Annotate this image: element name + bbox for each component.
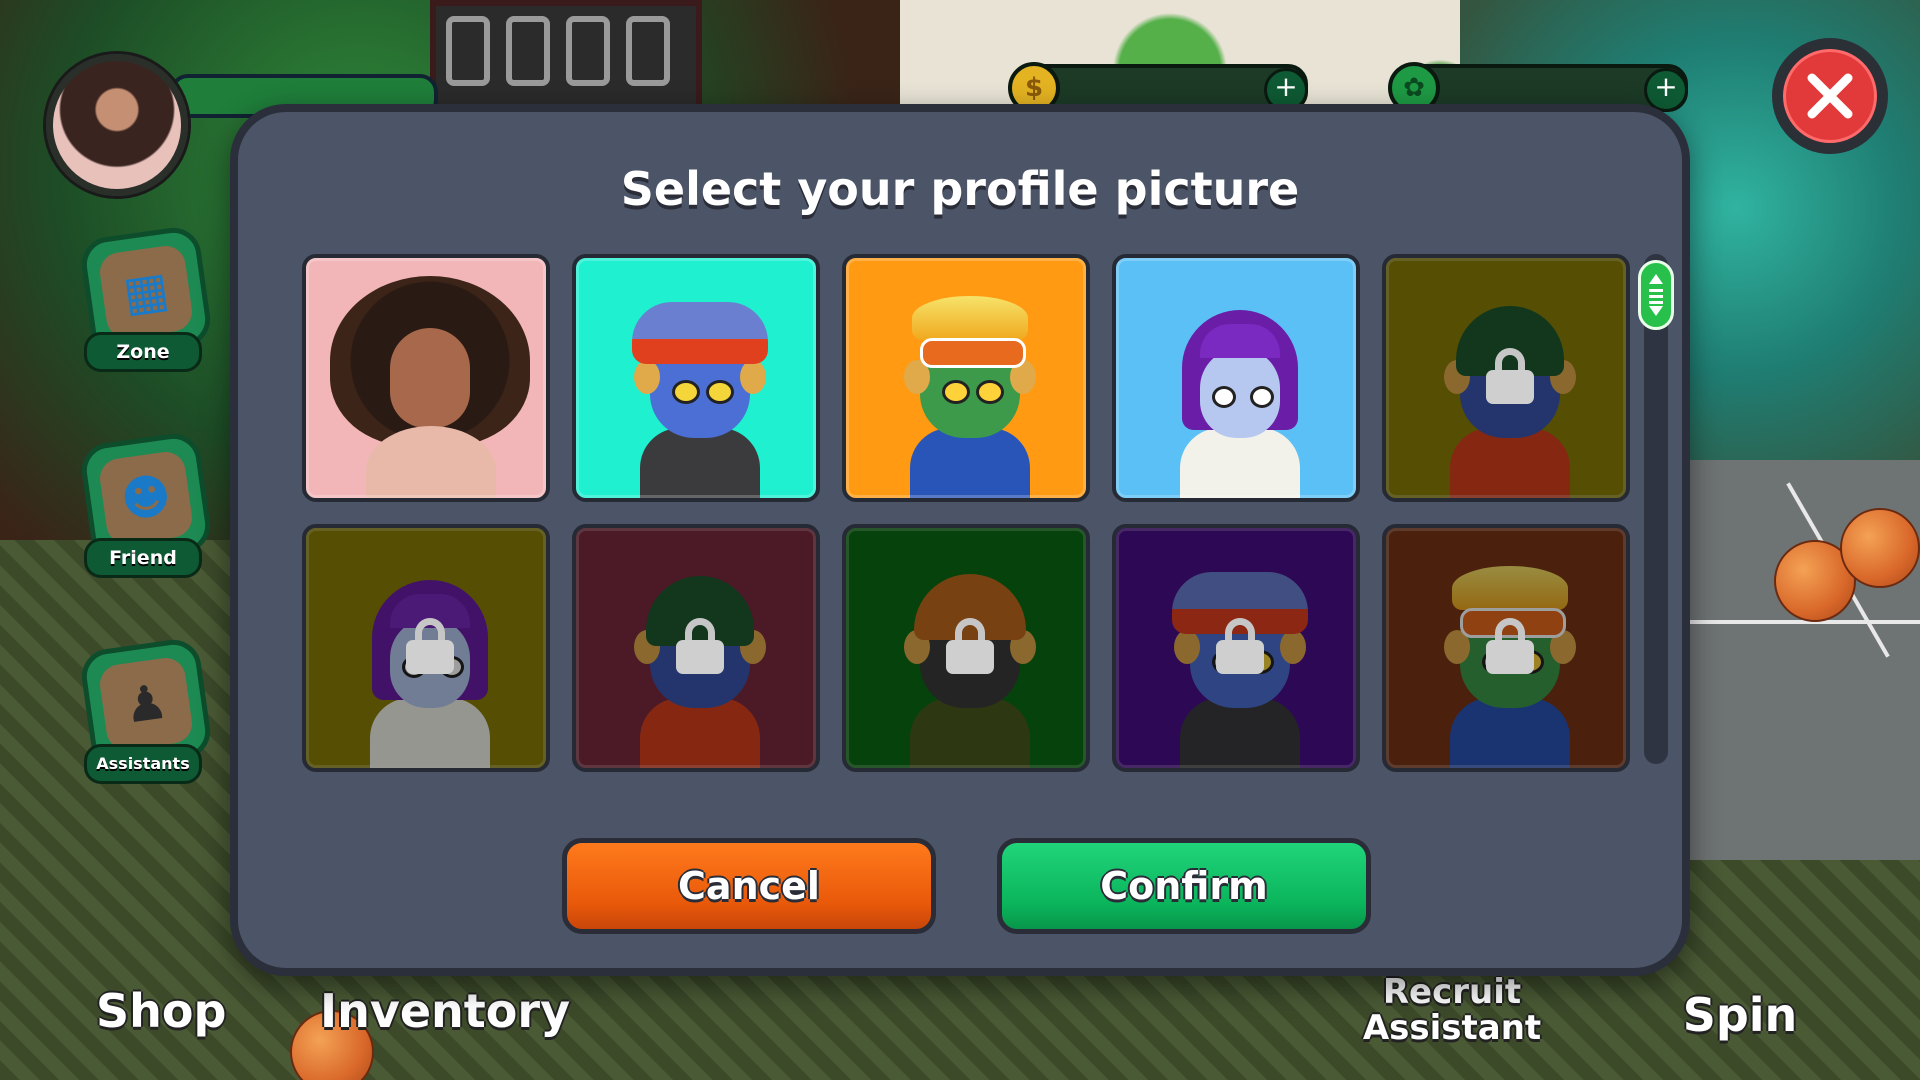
lock-icon xyxy=(1486,618,1534,674)
score-digit xyxy=(626,16,670,86)
scoreboard xyxy=(430,0,702,112)
cancel-button[interactable]: Cancel xyxy=(562,838,936,934)
scrollbar[interactable] xyxy=(1638,254,1674,764)
friends-icon: ☻ xyxy=(97,449,195,547)
scroll-thumb-icon[interactable] xyxy=(1638,260,1674,330)
avatar-tile[interactable] xyxy=(842,524,1090,772)
lock-icon xyxy=(676,618,724,674)
avatar-tile[interactable] xyxy=(302,524,550,772)
tile-frame xyxy=(1116,258,1356,498)
assistants-label: Assistants xyxy=(84,744,202,784)
modal-title: Select your profile picture xyxy=(620,162,1300,216)
confirm-button[interactable]: Confirm xyxy=(997,838,1371,934)
avatar-tile[interactable] xyxy=(572,524,820,772)
inventory-button[interactable]: Inventory xyxy=(320,984,570,1038)
avatar-tile[interactable] xyxy=(572,254,820,502)
tile-frame xyxy=(306,258,546,498)
spin-button[interactable]: Spin xyxy=(1680,988,1800,1042)
avatar-tile[interactable] xyxy=(1112,254,1360,502)
tile-frame xyxy=(846,258,1086,498)
avatar-tile[interactable] xyxy=(1112,524,1360,772)
basketball-icon xyxy=(1840,508,1920,588)
close-icon xyxy=(1783,49,1877,143)
shop-button[interactable]: Shop xyxy=(96,984,226,1038)
assistants-button[interactable]: ♟ Assistants xyxy=(78,636,214,784)
avatar-tile[interactable] xyxy=(302,254,550,502)
lock-icon xyxy=(946,618,994,674)
lock-icon xyxy=(1216,618,1264,674)
avatar-tile[interactable] xyxy=(1382,254,1630,502)
lock-icon xyxy=(1486,348,1534,404)
score-digit xyxy=(506,16,550,86)
recruit-assistant-button[interactable]: Recruit Assistant xyxy=(1362,974,1542,1046)
map-icon: ▦ xyxy=(97,243,195,341)
lock-icon xyxy=(406,618,454,674)
profile-avatar[interactable] xyxy=(46,54,188,196)
friend-label: Friend xyxy=(84,538,202,578)
avatar-tile[interactable] xyxy=(1382,524,1630,772)
score-digit xyxy=(446,16,490,86)
add-leaf-button[interactable]: + xyxy=(1644,68,1688,112)
score-digit xyxy=(566,16,610,86)
profile-picture-modal: Select your profile picture Cancel Confi… xyxy=(230,104,1690,976)
assistant-icon: ♟ xyxy=(97,655,195,753)
zone-label: Zone xyxy=(84,332,202,372)
friend-button[interactable]: ☻ Friend xyxy=(78,430,214,578)
avatar-grid xyxy=(302,254,1642,772)
recruit-label-line2: Assistant xyxy=(1362,1008,1542,1048)
tile-frame xyxy=(576,258,816,498)
zone-button[interactable]: ▦ Zone xyxy=(78,224,214,372)
avatar-tile[interactable] xyxy=(842,254,1090,502)
recruit-label-line1: Recruit xyxy=(1382,972,1522,1012)
close-button[interactable] xyxy=(1772,38,1888,154)
